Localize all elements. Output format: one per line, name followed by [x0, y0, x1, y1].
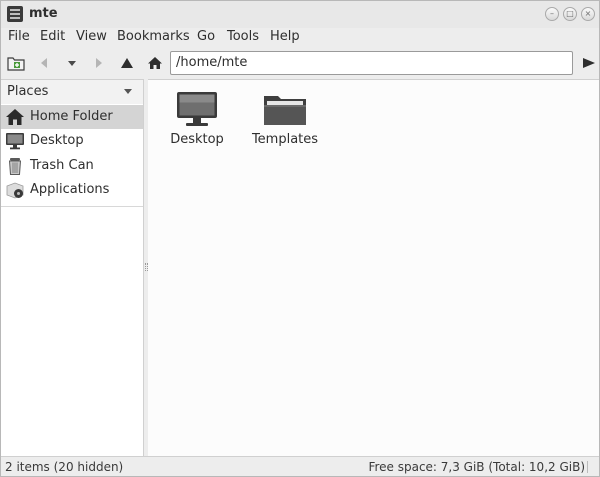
- maximize-button[interactable]: □: [563, 7, 577, 21]
- file-item-templates[interactable]: Templates: [240, 88, 330, 150]
- monitor-icon: [177, 92, 217, 126]
- menu-bookmarks[interactable]: Bookmarks: [117, 29, 190, 44]
- monitor-icon: [6, 133, 24, 150]
- minimize-button[interactable]: –: [545, 7, 559, 21]
- new-tab-icon: [7, 57, 25, 71]
- sidebar-item-label: Applications: [30, 182, 110, 197]
- home-button[interactable]: [145, 53, 165, 73]
- go-arrow-icon: [583, 58, 595, 68]
- sidebar-item-label: Trash Can: [30, 158, 94, 173]
- side-pane: Places Home Folder Desktop Trash Can App…: [1, 79, 144, 456]
- forward-button[interactable]: [89, 53, 109, 73]
- new-tab-button[interactable]: [6, 53, 26, 73]
- window-resize-grip[interactable]: [587, 461, 597, 473]
- sidebar-item-label: Home Folder: [30, 109, 113, 124]
- menu-help[interactable]: Help: [270, 29, 300, 44]
- file-item-desktop[interactable]: Desktop: [152, 88, 242, 150]
- back-arrow-icon: [41, 58, 47, 68]
- file-item-label: Desktop: [170, 132, 224, 147]
- up-arrow-icon: [121, 58, 133, 68]
- file-view[interactable]: Desktop Templates: [148, 79, 599, 456]
- sidebar-item-label: Desktop: [30, 133, 84, 148]
- home-icon: [148, 57, 162, 69]
- history-dropdown-button[interactable]: [62, 53, 82, 73]
- menu-go[interactable]: Go: [197, 29, 215, 44]
- menu-edit[interactable]: Edit: [40, 29, 65, 44]
- folder-icon: [264, 96, 306, 125]
- parent-folder-button[interactable]: [117, 53, 137, 73]
- chevron-down-icon: [124, 89, 132, 94]
- menu-tools[interactable]: Tools: [227, 29, 259, 44]
- status-bar: 2 items (20 hidden) Free space: 7,3 GiB …: [1, 456, 599, 476]
- menu-file[interactable]: File: [8, 29, 30, 44]
- title-bar[interactable]: mte – □ ×: [1, 1, 599, 28]
- go-button[interactable]: [579, 53, 599, 73]
- places-selector[interactable]: Places: [1, 80, 143, 104]
- chevron-down-icon: [68, 61, 76, 66]
- places-label: Places: [7, 84, 49, 99]
- item-count-status: 2 items (20 hidden): [5, 460, 124, 474]
- sidebar-item-desktop[interactable]: Desktop: [1, 129, 143, 153]
- close-button[interactable]: ×: [581, 7, 595, 21]
- back-button[interactable]: [34, 53, 54, 73]
- file-item-label: Templates: [251, 132, 319, 147]
- home-icon: [6, 109, 24, 125]
- trash-icon: [8, 158, 22, 175]
- window-title: mte: [29, 6, 58, 21]
- sidebar-item-home-folder[interactable]: Home Folder: [1, 105, 143, 129]
- sidebar-item-trash-can[interactable]: Trash Can: [1, 154, 143, 178]
- free-space-status: Free space: 7,3 GiB (Total: 10,2 GiB): [368, 460, 585, 474]
- file-manager-window: mte – □ × File Edit View Bookmarks Go To…: [0, 0, 600, 477]
- app-menu-icon[interactable]: [7, 6, 23, 22]
- applications-icon: [6, 182, 24, 199]
- menu-bar: File Edit View Bookmarks Go Tools Help: [1, 28, 599, 48]
- forward-arrow-icon: [96, 58, 102, 68]
- sidebar-item-applications[interactable]: Applications: [1, 178, 143, 202]
- toolbar: /home/mte: [1, 48, 599, 79]
- location-bar-input[interactable]: /home/mte: [170, 51, 573, 75]
- menu-view[interactable]: View: [76, 29, 107, 44]
- sidebar-divider: [1, 206, 143, 207]
